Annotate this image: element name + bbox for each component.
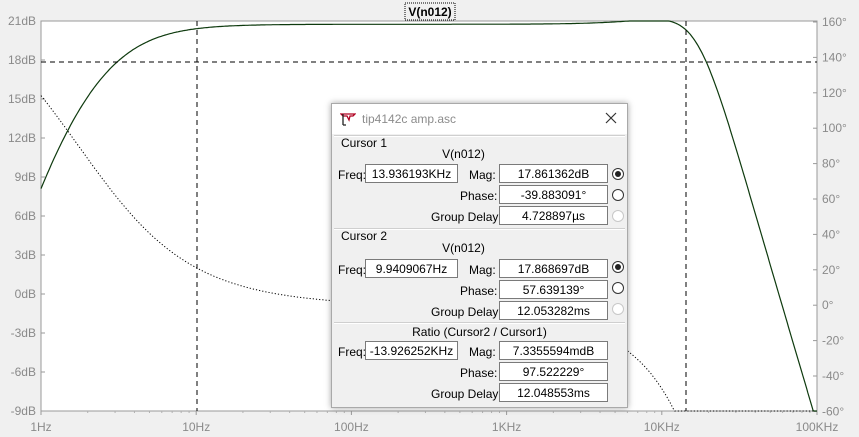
y-right-tick-label: 0° bbox=[822, 298, 834, 312]
y-left-tick-label: -3dB bbox=[11, 326, 36, 340]
y-right-tick-label: -60° bbox=[822, 404, 844, 418]
x-tick-label: 10KHz bbox=[644, 420, 680, 434]
cursor2-mag-radio[interactable] bbox=[612, 261, 624, 273]
y-left-tick-label: 21dB bbox=[8, 14, 36, 28]
y-left-tick-label: 15dB bbox=[8, 92, 36, 106]
ratio-phase-field[interactable]: 97.522229° bbox=[499, 362, 608, 381]
cursor2-mag-field[interactable]: 17.868697dB bbox=[499, 259, 608, 278]
x-axis: 1Hz 10Hz 100Hz 1KHz 10KHz 100KHz bbox=[30, 411, 838, 434]
ratio-mag-field[interactable]: 7.3355594mdB bbox=[499, 341, 608, 360]
y-left-tick-label: 18dB bbox=[8, 53, 36, 67]
cursor2-gd-label: Group Delay: bbox=[431, 305, 502, 319]
close-icon[interactable] bbox=[603, 110, 619, 126]
ratio-separator bbox=[334, 322, 625, 324]
cursor2-trace-name: V(n012) bbox=[442, 241, 485, 255]
y-right-tick-label: 120° bbox=[822, 86, 847, 100]
y-left-tick-label: 9dB bbox=[15, 170, 36, 184]
cursor1-phase-radio[interactable] bbox=[612, 189, 624, 201]
app-icon bbox=[340, 113, 356, 126]
x-tick-label: 1KHz bbox=[492, 420, 521, 434]
ratio-header: Ratio (Cursor2 / Cursor1) bbox=[412, 325, 547, 339]
cursor1-mag-radio[interactable] bbox=[612, 168, 624, 180]
y-right-tick-label: 100° bbox=[822, 121, 847, 135]
cursor1-gd-radio[interactable] bbox=[612, 210, 624, 222]
ratio-freq-field[interactable]: -13.926252KHz bbox=[365, 341, 458, 360]
cursor1-mag-label: Mag: bbox=[469, 168, 496, 182]
cursor2-phase-field[interactable]: 57.639139° bbox=[499, 280, 608, 299]
x-tick-label: 100KHz bbox=[796, 420, 839, 434]
y-right-tick-label: 80° bbox=[822, 157, 840, 171]
y-left-tick-label: 0dB bbox=[15, 287, 36, 301]
cursor2-phase-label: Phase: bbox=[460, 284, 498, 298]
cursor2-gd-radio[interactable] bbox=[612, 303, 624, 315]
y-axis-left: 21dB 18dB 15dB 12dB 9dB 6dB 3dB 0dB -3dB -6dB -9dB bbox=[8, 14, 45, 418]
cursor2-freq-label: Freq: bbox=[338, 263, 367, 277]
dialog-title: tip4142c amp.asc bbox=[362, 112, 457, 126]
ratio-mag-label: Mag: bbox=[469, 345, 496, 359]
y-right-tick-label: 60° bbox=[822, 192, 840, 206]
y-left-tick-label: 12dB bbox=[8, 131, 36, 145]
y-right-tick-label: 40° bbox=[822, 227, 840, 241]
cursor2-freq-field[interactable]: 9.9409067Hz bbox=[365, 259, 458, 278]
y-right-tick-label: -20° bbox=[822, 334, 844, 348]
trace-title: V(n012) bbox=[408, 5, 451, 19]
cursor2-gd-field[interactable]: 12.053282ms bbox=[499, 301, 608, 320]
cursor1-gd-label: Group Delay: bbox=[431, 210, 502, 224]
dialog-titlebar[interactable]: tip4142c amp.asc bbox=[332, 104, 627, 134]
y-left-tick-label: 3dB bbox=[15, 248, 36, 262]
ratio-gd-field[interactable]: 12.048553ms bbox=[499, 383, 608, 402]
cursor1-freq-label: Freq: bbox=[338, 168, 367, 182]
x-tick-label: 10Hz bbox=[182, 420, 210, 434]
cursor2-phase-radio[interactable] bbox=[612, 282, 624, 294]
cursor1-phase-label: Phase: bbox=[460, 189, 498, 203]
cursor2-mag-label: Mag: bbox=[469, 263, 496, 277]
y-axis-right: 160° 140° 120° 100° 80° 60° 40° 20° 0° -20° -40° -6… bbox=[813, 15, 847, 418]
y-left-tick-label: -9dB bbox=[11, 404, 36, 418]
x-tick-label: 100Hz bbox=[334, 420, 369, 434]
ratio-phase-label: Phase: bbox=[460, 366, 498, 380]
y-left-tick-label: -6dB bbox=[11, 365, 36, 379]
ratio-gd-label: Group Delay: bbox=[431, 387, 502, 401]
cursor-dialog[interactable]: tip4142c amp.asc Cursor 1 V(n012) Freq: … bbox=[331, 103, 628, 408]
y-left-tick-label: 6dB bbox=[15, 209, 36, 223]
y-right-tick-label: 20° bbox=[822, 263, 840, 277]
ratio-freq-label: Freq: bbox=[338, 345, 367, 359]
cursor1-gd-field[interactable]: 4.728897µs bbox=[499, 206, 608, 225]
y-right-tick-label: 160° bbox=[822, 15, 847, 29]
cursor1-phase-field[interactable]: -39.883091° bbox=[499, 185, 608, 204]
y-right-tick-label: -40° bbox=[822, 369, 844, 383]
x-tick-label: 1Hz bbox=[30, 420, 51, 434]
y-right-tick-label: 140° bbox=[822, 50, 847, 64]
cursor1-trace-name: V(n012) bbox=[442, 147, 485, 161]
cursor1-freq-field[interactable]: 13.936193KHz bbox=[365, 164, 458, 183]
cursor1-mag-field[interactable]: 17.861362dB bbox=[499, 164, 608, 183]
